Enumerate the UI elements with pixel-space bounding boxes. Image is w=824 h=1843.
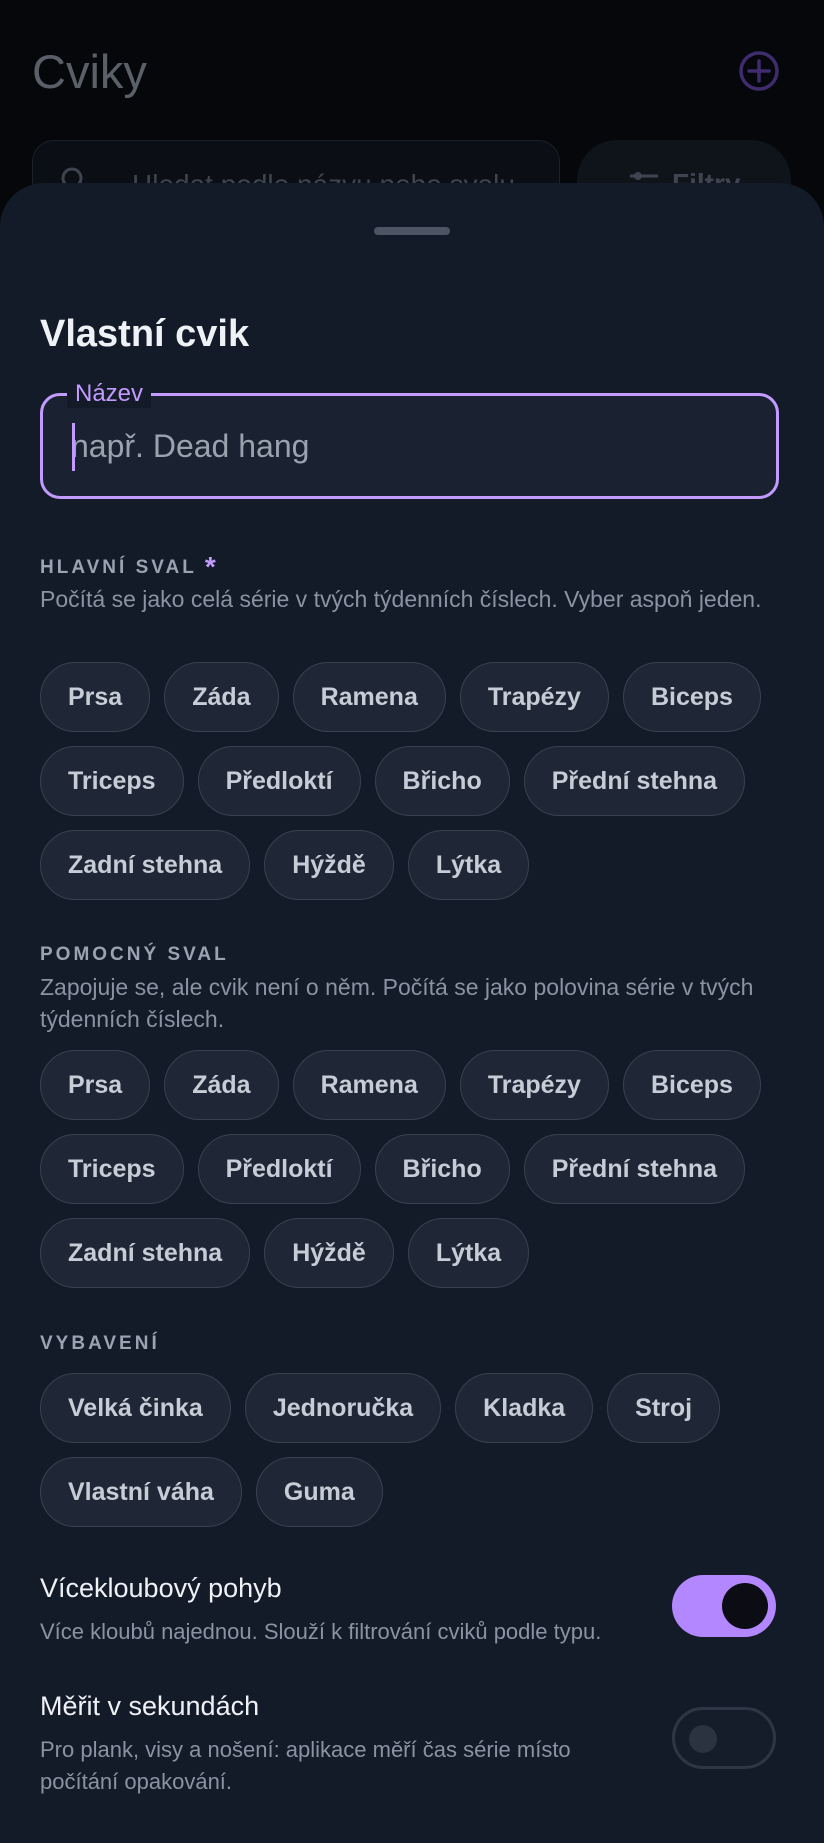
sheet-title: Vlastní cvik <box>40 313 250 355</box>
equipment-chip[interactable]: Jednoručka <box>244 1373 442 1443</box>
primary-muscle-heading: HLAVNÍ SVAL * <box>40 551 219 582</box>
equipment-chip[interactable]: Guma <box>255 1457 383 1527</box>
compound-title: Vícekloubový pohyb <box>40 1573 282 1603</box>
secondary-muscle-heading: POMOCNÝ SVAL <box>40 944 229 965</box>
primary-chip[interactable]: Záda <box>164 662 279 732</box>
required-mark: * <box>204 551 219 582</box>
primary-muscle-description: Počítá se jako celá série v tvých týdenn… <box>40 586 762 612</box>
secondary-chip[interactable]: Předloktí <box>197 1134 361 1204</box>
secondary-chip[interactable]: Prsa <box>40 1050 151 1120</box>
primary-chip[interactable]: Trapézy <box>459 662 609 732</box>
name-input[interactable] <box>71 418 751 474</box>
secondary-muscle-description: Zapojuje se, ale cvik není o něm. Počítá… <box>40 974 754 1032</box>
secondary-muscle-chips: Prsa Záda Ramena Trapézy Biceps Triceps Předlo… <box>40 1050 810 1288</box>
equipment-chip[interactable]: Stroj <box>607 1373 721 1443</box>
secondary-chip[interactable]: Záda <box>164 1050 279 1120</box>
page-title: Cviky <box>32 45 147 98</box>
name-field-label: Název <box>67 380 152 408</box>
primary-chip[interactable]: Biceps <box>622 662 761 732</box>
primary-chip[interactable]: Prsa <box>40 662 151 732</box>
primary-chip[interactable]: Ramena <box>292 662 446 732</box>
compound-toggle[interactable] <box>672 1575 776 1637</box>
compound-description: Více kloubů najednou. Slouží k filtrován… <box>40 1619 602 1644</box>
secondary-chip[interactable]: Zadní stehna <box>40 1218 251 1288</box>
equipment-chip[interactable]: Kladka <box>455 1373 594 1443</box>
toggle-knob <box>689 1725 717 1753</box>
primary-chip[interactable]: Hýždě <box>264 830 394 900</box>
primary-chip[interactable]: Břicho <box>374 746 510 816</box>
name-field[interactable]: Název <box>40 380 779 499</box>
primary-chip[interactable]: Předloktí <box>197 746 361 816</box>
drag-handle[interactable] <box>374 227 450 235</box>
secondary-chip[interactable]: Trapézy <box>459 1050 609 1120</box>
toggle-knob <box>722 1583 768 1629</box>
primary-muscle-chips: Prsa Záda Ramena Trapézy Biceps Triceps Předlo… <box>40 662 810 900</box>
equipment-chip[interactable]: Velká činka <box>40 1373 231 1443</box>
timed-title: Měřit v sekundách <box>40 1691 260 1721</box>
custom-exercise-sheet: Vlastní cvik Název HLAVNÍ SVAL* Počítá s… <box>0 183 824 1843</box>
timed-description: Pro plank, visy a nošení: aplikace měří … <box>40 1737 571 1794</box>
text-caret <box>72 423 75 471</box>
secondary-chip[interactable]: Přední stehna <box>523 1134 746 1204</box>
primary-chip[interactable]: Přední stehna <box>523 746 746 816</box>
secondary-chip[interactable]: Břicho <box>374 1134 510 1204</box>
secondary-chip[interactable]: Triceps <box>40 1134 184 1204</box>
timed-toggle[interactable] <box>672 1707 776 1769</box>
secondary-chip[interactable]: Hýždě <box>264 1218 394 1288</box>
secondary-chip[interactable]: Lýtka <box>407 1218 530 1288</box>
add-exercise-icon[interactable] <box>738 50 780 92</box>
equipment-chip[interactable]: Vlastní váha <box>40 1457 242 1527</box>
primary-chip[interactable]: Lýtka <box>407 830 530 900</box>
secondary-chip[interactable]: Biceps <box>622 1050 761 1120</box>
equipment-heading: VYBAVENÍ <box>40 1333 160 1354</box>
primary-chip[interactable]: Triceps <box>40 746 184 816</box>
secondary-chip[interactable]: Ramena <box>292 1050 446 1120</box>
primary-chip[interactable]: Zadní stehna <box>40 830 251 900</box>
equipment-chips: Velká činka Jednoručka Kladka Stroj Vlastní … <box>40 1373 810 1527</box>
